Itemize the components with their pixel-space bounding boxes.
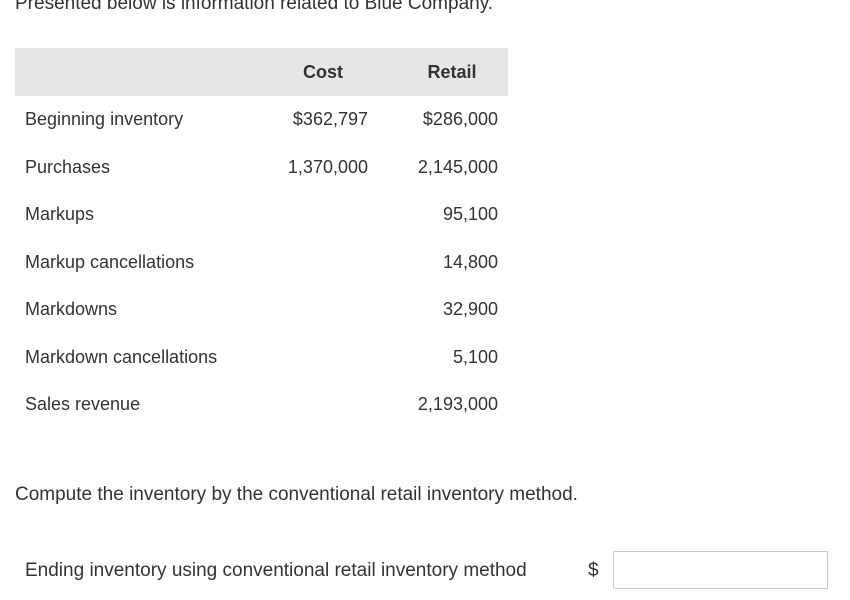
row-label: Beginning inventory bbox=[25, 109, 184, 129]
table-row: Markup cancellations 14,800 bbox=[15, 239, 508, 287]
table-header: Cost Retail bbox=[15, 48, 508, 96]
ending-inventory-label: Ending inventory using conventional reta… bbox=[25, 560, 527, 581]
row-retail: 32,900 bbox=[442, 299, 498, 319]
table-row: Markdowns 32,900 bbox=[15, 286, 508, 334]
row-retail: 2,145,000 bbox=[417, 156, 498, 177]
ending-inventory-input[interactable] bbox=[613, 551, 828, 589]
inventory-table: Cost Retail Beginning inventory $362,797… bbox=[15, 48, 508, 429]
row-retail: 2,193,000 bbox=[417, 394, 498, 414]
row-retail: 95,100 bbox=[442, 204, 498, 224]
table-row: Markdown cancellations 5,100 bbox=[15, 334, 508, 382]
table-row: Markups 95,100 bbox=[15, 191, 508, 239]
row-label: Purchases bbox=[25, 156, 111, 177]
row-label: Markups bbox=[25, 204, 95, 224]
table-row: Purchases 1,370,000 2,145,000 bbox=[15, 144, 508, 192]
row-label: Sales revenue bbox=[25, 394, 141, 414]
intro-text: Presented below is information related t… bbox=[15, 0, 494, 14]
row-label: Markdown cancellations bbox=[25, 346, 218, 367]
header-retail: Retail bbox=[427, 62, 477, 82]
row-retail: 14,800 bbox=[442, 251, 498, 272]
currency-symbol: $ bbox=[588, 560, 599, 581]
row-label: Markdowns bbox=[25, 299, 118, 319]
row-retail: $286,000 bbox=[422, 109, 498, 129]
row-retail: 5,100 bbox=[452, 346, 498, 367]
row-label: Markup cancellations bbox=[25, 251, 195, 272]
question-text: Compute the inventory by the conventiona… bbox=[15, 484, 578, 505]
header-cost: Cost bbox=[303, 62, 343, 82]
row-cost: 1,370,000 bbox=[287, 156, 368, 177]
table-row: Sales revenue 2,193,000 bbox=[15, 381, 508, 429]
table-row: Beginning inventory $362,797 $286,000 bbox=[15, 96, 508, 144]
row-cost: $362,797 bbox=[292, 109, 368, 129]
